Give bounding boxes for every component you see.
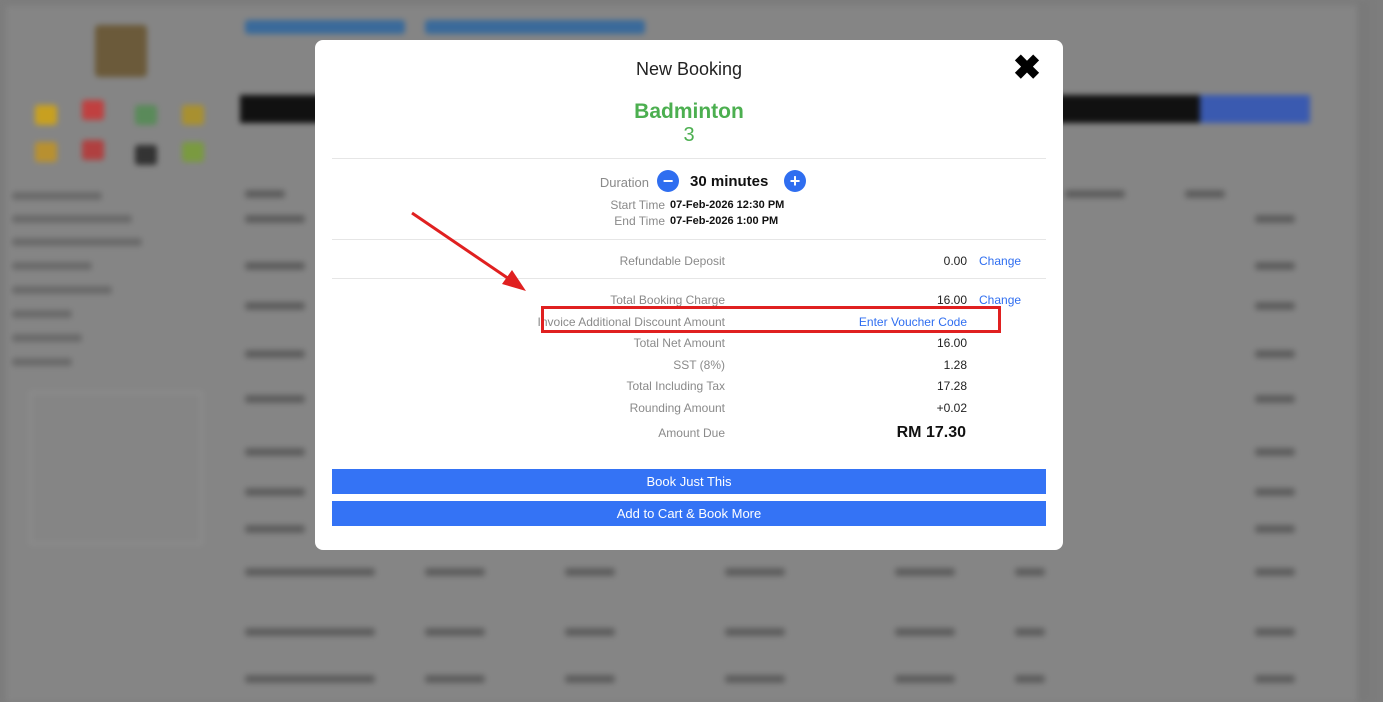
facility-name: Badminton <box>634 100 744 123</box>
sidebar-line <box>12 262 92 270</box>
app-tile-icon <box>182 105 204 125</box>
plus-circle-icon[interactable]: + <box>784 170 806 192</box>
start-time-value: 07-Feb-2026 12:30 PM <box>670 199 785 211</box>
total-net-amount-label: Total Net Amount <box>633 336 725 350</box>
sst-value: 1.28 <box>943 358 967 372</box>
app-tile-icon <box>135 105 157 125</box>
app-tile-icon <box>35 142 57 162</box>
sidebar-line <box>12 215 132 223</box>
amount-due-value: RM 17.30 <box>896 424 966 441</box>
sidebar-line <box>12 238 142 246</box>
app-tile-icon <box>135 145 157 165</box>
book-just-this-button[interactable]: Book Just This <box>332 469 1046 494</box>
breadcrumb <box>245 20 405 34</box>
deposit-change-link[interactable]: Change <box>979 254 1021 268</box>
annotation-arrow-icon <box>411 211 526 291</box>
toolbar-button <box>1200 95 1310 123</box>
total-including-tax-label: Total Including Tax <box>626 379 725 393</box>
total-booking-charge-value: 16.00 <box>936 293 967 307</box>
sidebar-line <box>12 334 82 342</box>
duration-value: 30 minutes <box>690 173 769 190</box>
sidebar-line <box>12 358 72 366</box>
sst-label: SST (8%) <box>673 358 725 372</box>
app-logo <box>95 25 147 77</box>
total-net-amount-value: 16.00 <box>936 336 967 350</box>
sidebar-line <box>12 310 72 318</box>
sidebar-line <box>12 286 112 294</box>
charge-change-link[interactable]: Change <box>979 293 1021 307</box>
modal-title: New Booking <box>635 59 743 79</box>
court-number: 3 <box>683 124 695 146</box>
page-scrollbar <box>1357 0 1370 702</box>
refundable-deposit-value: 0.00 <box>943 254 967 268</box>
sidebar-line <box>12 192 102 200</box>
app-tile-icon <box>182 142 204 162</box>
rounding-amount-value: +0.02 <box>936 401 967 415</box>
divider <box>332 158 1046 159</box>
amount-due-label: Amount Due <box>658 426 725 440</box>
end-time-value: 07-Feb-2026 1:00 PM <box>670 215 779 227</box>
table-row <box>245 675 1305 685</box>
table-row <box>245 568 1305 578</box>
rounding-amount-label: Rounding Amount <box>629 401 725 415</box>
minus-circle-icon[interactable]: − <box>657 170 679 192</box>
highlight-box <box>541 306 1001 333</box>
duration-label: Duration <box>599 175 649 190</box>
sidebar-panel <box>30 392 202 544</box>
total-including-tax-value: 17.28 <box>936 379 967 393</box>
table-row <box>245 628 1305 638</box>
app-tile-icon <box>82 100 104 120</box>
close-icon[interactable]: ✖ <box>1012 51 1042 85</box>
breadcrumb <box>425 20 645 34</box>
add-to-cart-book-more-button[interactable]: Add to Cart & Book More <box>332 501 1046 526</box>
app-tile-icon <box>82 140 104 160</box>
app-tile-icon <box>35 105 57 125</box>
